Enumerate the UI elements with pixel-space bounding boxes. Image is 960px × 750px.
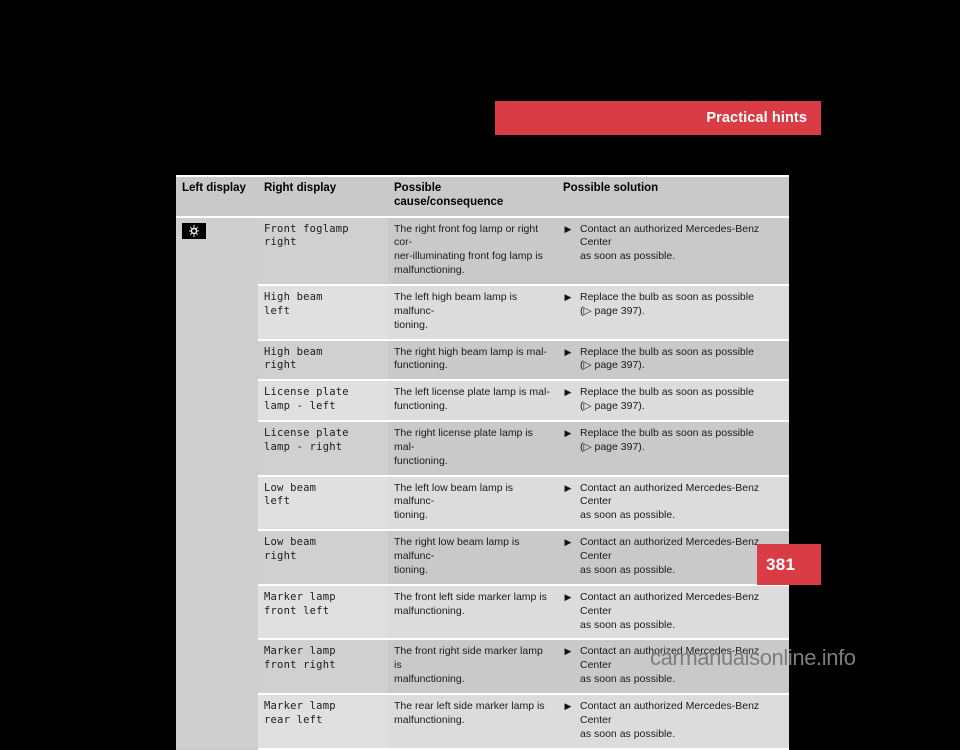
bullet-arrow-icon: ▶	[564, 646, 572, 657]
solution-text: Contact an authorized Mercedes-Benz Cent…	[580, 590, 760, 631]
table-row: High beam left The left high beam lamp i…	[176, 285, 789, 341]
bullet-arrow-icon: ▶	[564, 223, 572, 234]
cause-text: The rear left side marker lamp is malfun…	[388, 693, 557, 750]
right-display-value: Front foglamp right	[258, 216, 388, 287]
cause-text: The right low beam lamp is malfunc- tion…	[388, 530, 557, 586]
cause-text: The right license plate lamp is mal- fun…	[388, 421, 557, 477]
table-row: License plate lamp - left The left licen…	[176, 380, 789, 423]
cause-text: The front left side marker lamp is malfu…	[388, 584, 557, 641]
solution-text: Contact an authorized Mercedes-Benz Cent…	[580, 536, 760, 576]
solution-text: Contact an authorized Mercedes-Benz Cent…	[580, 699, 760, 740]
right-display-value: Low beam left	[258, 475, 388, 532]
table-row: Low beam left The left low beam lamp is …	[176, 475, 789, 532]
page-number: 381	[766, 554, 796, 574]
running-head-banner: Practical hints	[495, 101, 821, 135]
right-display-value: High beam left	[258, 285, 388, 341]
solution-cell: ▶ Replace the bulb as soon as possible (…	[557, 339, 789, 382]
solution-text: Contact an authorized Mercedes-Benz Cent…	[580, 481, 760, 522]
cause-text: The right high beam lamp is mal- functio…	[388, 339, 557, 382]
cause-text: The right front fog lamp or right cor- n…	[388, 216, 557, 287]
right-display-value: Marker lamp front left	[258, 584, 388, 641]
solution-cell: ▶ Contact an authorized Mercedes-Benz Ce…	[557, 216, 789, 287]
bullet-arrow-icon: ▶	[564, 387, 572, 398]
bullet-arrow-icon: ▶	[564, 537, 572, 548]
solution-text: Replace the bulb as soon as possible (▷ …	[580, 427, 754, 453]
right-display-value: License plate lamp - left	[258, 380, 388, 423]
solution-cell: ▶ Replace the bulb as soon as possible (…	[557, 380, 789, 423]
cause-text: The left low beam lamp is malfunc- tioni…	[388, 475, 557, 532]
solution-text: Replace the bulb as soon as possible (▷ …	[580, 345, 754, 372]
bullet-arrow-icon: ▶	[564, 346, 572, 357]
column-header-cause: Possible cause/consequence	[388, 177, 557, 218]
cause-text: The left license plate lamp is mal- func…	[388, 380, 557, 423]
page-title: Practical hints	[706, 110, 807, 126]
right-display-value: Low beam right	[258, 530, 388, 586]
bullet-arrow-icon: ▶	[564, 700, 572, 711]
page-number-tab: 381	[757, 544, 821, 585]
table-row: License plate lamp - right The right lic…	[176, 421, 789, 477]
source-watermark: carmanualsonline.info	[650, 645, 856, 670]
table-row: Marker lamp rear left The rear left side…	[176, 693, 789, 750]
right-display-value: Marker lamp front right	[258, 639, 388, 695]
solution-cell: ▶ Replace the bulb as soon as possible (…	[557, 421, 789, 477]
solution-text: Contact an authorized Mercedes-Benz Cent…	[580, 222, 760, 263]
table-row: High beam right The right high beam lamp…	[176, 339, 789, 382]
solution-cell: ▶ Contact an authorized Mercedes-Benz Ce…	[557, 475, 789, 532]
cause-text: The front right side marker lamp is malf…	[388, 639, 557, 695]
column-header-left-display: Left display	[176, 177, 258, 218]
right-display-value: High beam right	[258, 339, 388, 382]
bullet-arrow-icon: ▶	[564, 428, 572, 439]
fog-lamp-indicator-icon	[182, 222, 206, 239]
solution-text: Replace the bulb as soon as possible (▷ …	[580, 386, 754, 413]
table-row: Low beam right The right low beam lamp i…	[176, 530, 789, 586]
bullet-arrow-icon: ▶	[564, 292, 572, 303]
table-row: Marker lamp front left The front left si…	[176, 584, 789, 641]
left-display-cell	[176, 216, 258, 749]
cause-text: The left high beam lamp is malfunc- tion…	[388, 285, 557, 341]
solution-text: Replace the bulb as soon as possible (▷ …	[580, 291, 754, 317]
table-header-row: Left display Right display Possible caus…	[176, 177, 789, 218]
solution-cell: ▶ Contact an authorized Mercedes-Benz Ce…	[557, 693, 789, 750]
solution-cell: ▶ Contact an authorized Mercedes-Benz Ce…	[557, 584, 789, 641]
bullet-arrow-icon: ▶	[564, 591, 572, 602]
bullet-arrow-icon: ▶	[564, 482, 572, 493]
column-header-right-display: Right display	[258, 177, 388, 218]
right-display-value: Marker lamp rear left	[258, 693, 388, 750]
solution-cell: ▶ Contact an authorized Mercedes-Benz Ce…	[557, 530, 789, 586]
right-display-value: License plate lamp - right	[258, 421, 388, 477]
solution-cell: ▶ Replace the bulb as soon as possible (…	[557, 285, 789, 341]
table-row: Front foglamp right The right front fog …	[176, 216, 789, 749]
column-header-solution: Possible solution	[557, 177, 789, 218]
